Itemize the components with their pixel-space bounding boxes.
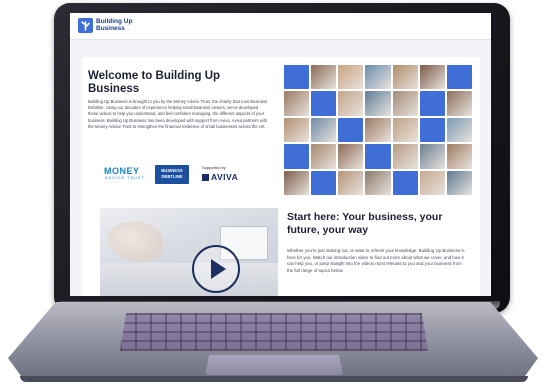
photo-tile	[392, 65, 418, 90]
photo-tile	[311, 117, 337, 143]
photo-tile	[365, 117, 391, 143]
photo-tile	[392, 144, 418, 169]
photo-tile	[311, 144, 337, 169]
start-here-title: Start here: Your business, your future, …	[287, 211, 443, 236]
photo-tile	[392, 91, 418, 116]
logo-tile	[311, 170, 337, 195]
photo-tile	[365, 65, 391, 90]
video-hand	[108, 222, 163, 262]
aviva-text: AVIVA	[211, 172, 239, 182]
photo-tile	[419, 65, 445, 90]
photo-tile	[446, 170, 472, 195]
start-here-body: Whether you're just starting out, or wan…	[287, 248, 465, 273]
laptop-trackpad	[205, 355, 343, 375]
welcome-title: Welcome to Building Up Business	[88, 70, 221, 95]
photo-tile	[284, 170, 310, 195]
partner-logos: MONEY ADVICE TRUST BUSINESS DEBTLINE Sup…	[104, 165, 274, 187]
photo-tile	[392, 117, 418, 143]
logo-tile	[365, 144, 391, 169]
photo-tile	[338, 170, 364, 195]
photo-mosaic	[284, 65, 472, 195]
photo-tile	[338, 65, 364, 90]
photo-tile	[446, 144, 472, 169]
photo-tile	[365, 91, 391, 116]
screen-content: Welcome to Building Up Business Building…	[70, 13, 491, 296]
photo-tile	[419, 144, 445, 169]
photo-tile	[419, 170, 445, 195]
logo-tile	[419, 117, 445, 143]
video-desk	[100, 263, 278, 296]
welcome-body: Building Up Business is brought to you b…	[88, 99, 268, 129]
photo-tile	[446, 91, 472, 116]
money-advice-trust-logo[interactable]: MONEY	[104, 166, 140, 176]
logo-tile	[419, 91, 445, 116]
photo-tile	[311, 65, 337, 90]
aviva-logo[interactable]: AVIVA	[202, 172, 238, 182]
intro-video[interactable]	[100, 208, 278, 296]
logo-tile	[338, 117, 364, 143]
money-advice-trust-sub: ADVICE TRUST	[105, 176, 145, 180]
logo-tile	[311, 91, 337, 116]
photo-tile	[446, 117, 472, 143]
photo-tile	[338, 144, 364, 169]
play-icon[interactable]	[211, 259, 226, 279]
logo-tile	[284, 144, 310, 169]
photo-tile	[284, 91, 310, 116]
logo-tile	[392, 170, 418, 195]
aviva-mark-icon	[202, 174, 209, 181]
photo-tile	[338, 91, 364, 116]
photo-tile	[365, 170, 391, 195]
laptop-keyboard	[120, 313, 428, 351]
logo-tile	[284, 65, 310, 90]
logo-tile	[446, 65, 472, 90]
business-debtline-logo[interactable]: BUSINESS DEBTLINE	[155, 165, 189, 184]
photo-tile	[284, 117, 310, 143]
supported-by-label: Supported by	[202, 165, 226, 170]
laptop-base-lip	[20, 376, 528, 382]
